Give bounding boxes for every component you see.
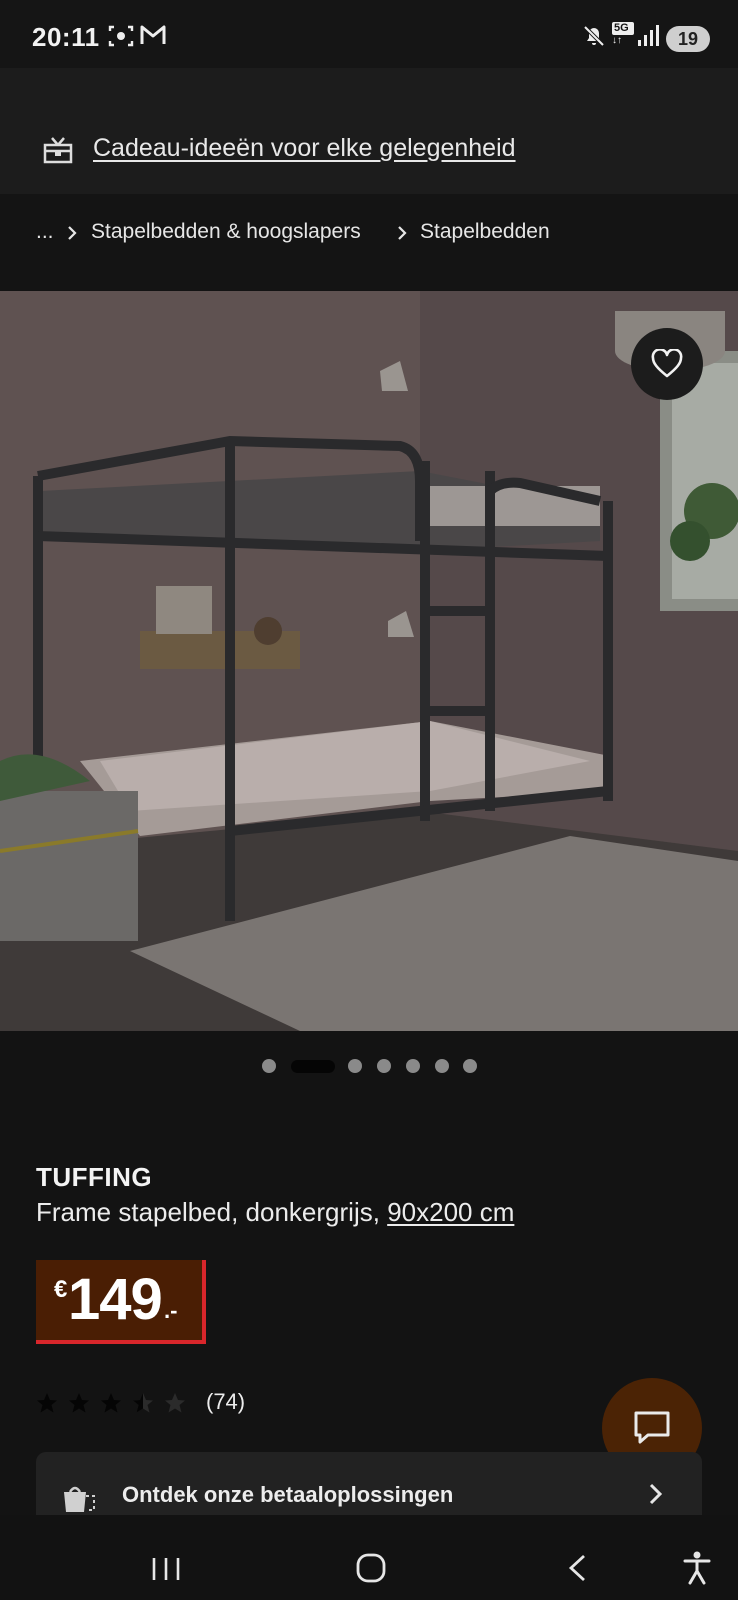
- promo-link[interactable]: Cadeau-ideeën voor elke gelegenheid: [93, 134, 516, 163]
- mute-icon: [583, 25, 605, 47]
- screenshot-icon: [108, 25, 134, 47]
- gallery-dot[interactable]: [262, 1059, 276, 1073]
- notification-badge: 19: [666, 26, 710, 52]
- product-image[interactable]: [0, 291, 738, 1031]
- chevron-right-icon: [649, 1483, 663, 1505]
- gallery-dot-active[interactable]: [291, 1060, 335, 1073]
- breadcrumb-item-bunk-loft-beds[interactable]: Stapelbedden & hoogslapers: [91, 220, 361, 244]
- rating-stars[interactable]: [36, 1390, 196, 1421]
- chat-icon: [634, 1411, 670, 1444]
- star-rating-icon: [37, 1393, 185, 1413]
- network-label: 5G: [612, 22, 634, 35]
- chevron-right-icon: [68, 226, 77, 240]
- product-size-link[interactable]: 90x200 cm: [387, 1197, 514, 1227]
- gallery-dot[interactable]: [435, 1059, 449, 1073]
- payment-options-label: Ontdek onze betaaloplossingen: [122, 1482, 454, 1507]
- favorite-button[interactable]: [631, 328, 703, 400]
- price-currency: €: [54, 1276, 68, 1303]
- signal-icon: [638, 25, 659, 46]
- breadcrumb-item-bunk-beds[interactable]: Stapelbedden: [420, 220, 550, 244]
- status-time: 20:11: [32, 22, 100, 52]
- promo-banner: [0, 68, 738, 194]
- recent-apps-icon[interactable]: [150, 1556, 182, 1582]
- accessibility-icon[interactable]: [682, 1551, 712, 1585]
- system-nav-bar: [0, 1515, 738, 1600]
- gallery-dot[interactable]: [406, 1059, 420, 1073]
- gallery-dot[interactable]: [377, 1059, 391, 1073]
- chevron-right-icon: [398, 226, 407, 240]
- shopping-bag-icon: [64, 1486, 95, 1512]
- heart-icon: [651, 349, 683, 378]
- status-bar: 20:11 5G ↓↑ 19: [0, 0, 738, 68]
- price-decimal: .-: [164, 1298, 178, 1323]
- home-icon[interactable]: [355, 1552, 387, 1584]
- gallery-pagination: [0, 1059, 738, 1075]
- gallery-dot[interactable]: [463, 1059, 477, 1073]
- breadcrumb-ellipsis[interactable]: ...: [36, 220, 54, 244]
- price-integer: 149: [68, 1267, 163, 1332]
- gmail-icon: [140, 25, 166, 44]
- rating-count[interactable]: (74): [206, 1389, 245, 1415]
- 5g-data-icon: 5G ↓↑: [612, 22, 634, 50]
- gift-box-icon: [43, 137, 73, 164]
- bunk-bed-photo: [0, 291, 738, 1031]
- back-icon[interactable]: [566, 1553, 588, 1583]
- gallery-dot[interactable]: [348, 1059, 362, 1073]
- product-description: Frame stapelbed, donkergrijs, 90x200 cm: [36, 1197, 514, 1228]
- product-type-label: Frame stapelbed, donkergrijs,: [36, 1197, 380, 1227]
- product-name: TUFFING: [36, 1162, 153, 1192]
